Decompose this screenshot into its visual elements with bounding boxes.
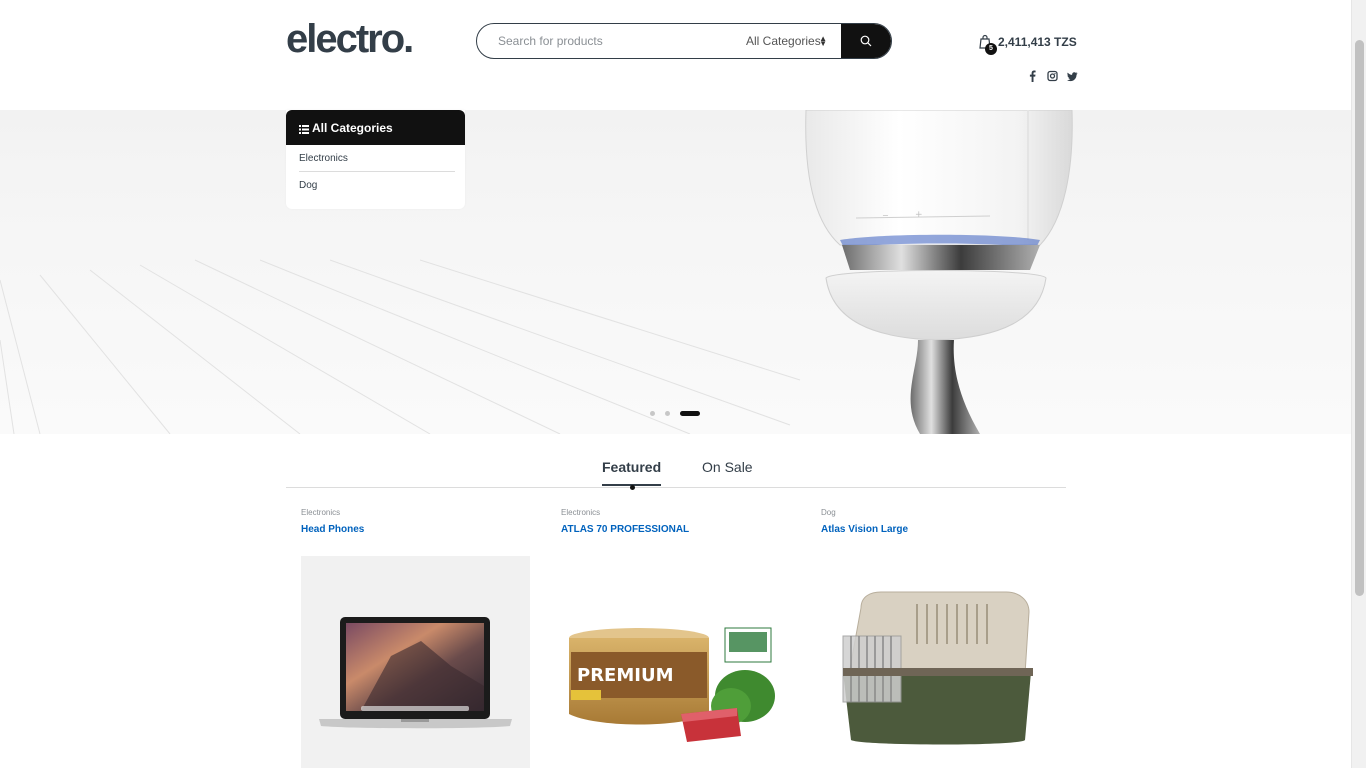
pet-carrier-image xyxy=(842,591,1033,745)
product-card: Electronics ATLAS 70 PROFESSIONAL PREMIU… xyxy=(561,508,791,742)
active-tab-indicator xyxy=(630,485,635,490)
cart-total: 2,411,413 TZS xyxy=(998,35,1077,49)
tab-featured[interactable]: Featured xyxy=(602,459,662,490)
slider-dot[interactable] xyxy=(650,411,655,416)
category-select-value: All Categories xyxy=(746,34,821,48)
svg-text:−: − xyxy=(882,211,889,220)
product-image[interactable] xyxy=(301,556,530,768)
categories-header[interactable]: All Categories xyxy=(286,110,465,145)
list-icon xyxy=(299,123,309,134)
page-scrollbar[interactable] xyxy=(1351,0,1366,768)
product-image[interactable]: PREMIUM xyxy=(561,556,790,768)
svg-text:+: + xyxy=(915,210,923,220)
page: electro. Search for products All Categor… xyxy=(0,0,1366,768)
select-caret-icon: ▲ ▼ xyxy=(819,34,827,48)
logo-text: electro xyxy=(286,17,405,61)
instagram-icon[interactable] xyxy=(1047,69,1058,82)
product-image[interactable] xyxy=(821,556,1050,768)
site-header: electro. Search for products All Categor… xyxy=(0,0,1351,110)
category-item-electronics[interactable]: Electronics xyxy=(299,145,455,172)
slider-dot-active[interactable] xyxy=(680,411,700,416)
logo-dot: . xyxy=(403,17,414,61)
product-category[interactable]: Dog xyxy=(821,508,1051,517)
product-tabs: Featured On Sale xyxy=(286,452,1066,490)
search-input[interactable]: Search for products xyxy=(477,24,739,58)
hero-slider[interactable]: − + xyxy=(0,110,1351,434)
tab-featured-label: Featured xyxy=(602,459,662,475)
facebook-icon[interactable] xyxy=(1027,69,1038,82)
product-name[interactable]: Atlas Vision Large xyxy=(821,524,1051,535)
social-links xyxy=(1027,69,1078,82)
site-logo[interactable]: electro. xyxy=(286,16,414,62)
slider-dots xyxy=(650,411,700,416)
scrollbar-thumb[interactable] xyxy=(1355,40,1364,596)
categories-title: All Categories xyxy=(312,120,393,135)
category-item-dog[interactable]: Dog xyxy=(299,172,455,199)
search-icon xyxy=(860,35,872,47)
product-name[interactable]: ATLAS 70 PROFESSIONAL xyxy=(561,524,791,535)
hero-slide-image: − + xyxy=(0,110,1073,434)
product-card: Electronics Head Phones xyxy=(301,508,531,768)
laptop-image xyxy=(319,617,512,729)
cart-bag-icon: 5 xyxy=(978,34,997,55)
search-button[interactable] xyxy=(841,24,891,58)
tab-on-sale[interactable]: On Sale xyxy=(702,459,753,475)
slider-dot[interactable] xyxy=(665,411,670,416)
mini-cart[interactable]: 5 2,411,413 TZS xyxy=(978,33,1077,55)
product-category[interactable]: Electronics xyxy=(301,508,531,517)
tuna-can-image: PREMIUM xyxy=(569,627,775,742)
categories-panel: All Categories Electronics Dog xyxy=(286,110,465,209)
svg-text:PREMIUM: PREMIUM xyxy=(577,665,674,686)
search-bar: Search for products All Categories ▲ ▼ xyxy=(476,23,892,59)
twitter-icon[interactable] xyxy=(1067,69,1078,82)
category-select[interactable]: All Categories ▲ ▼ xyxy=(739,24,841,58)
cart-count-badge: 5 xyxy=(985,43,997,55)
product-name[interactable]: Head Phones xyxy=(301,524,531,535)
product-category[interactable]: Electronics xyxy=(561,508,791,517)
product-card: Dog Atlas Vision Large xyxy=(821,508,1051,745)
